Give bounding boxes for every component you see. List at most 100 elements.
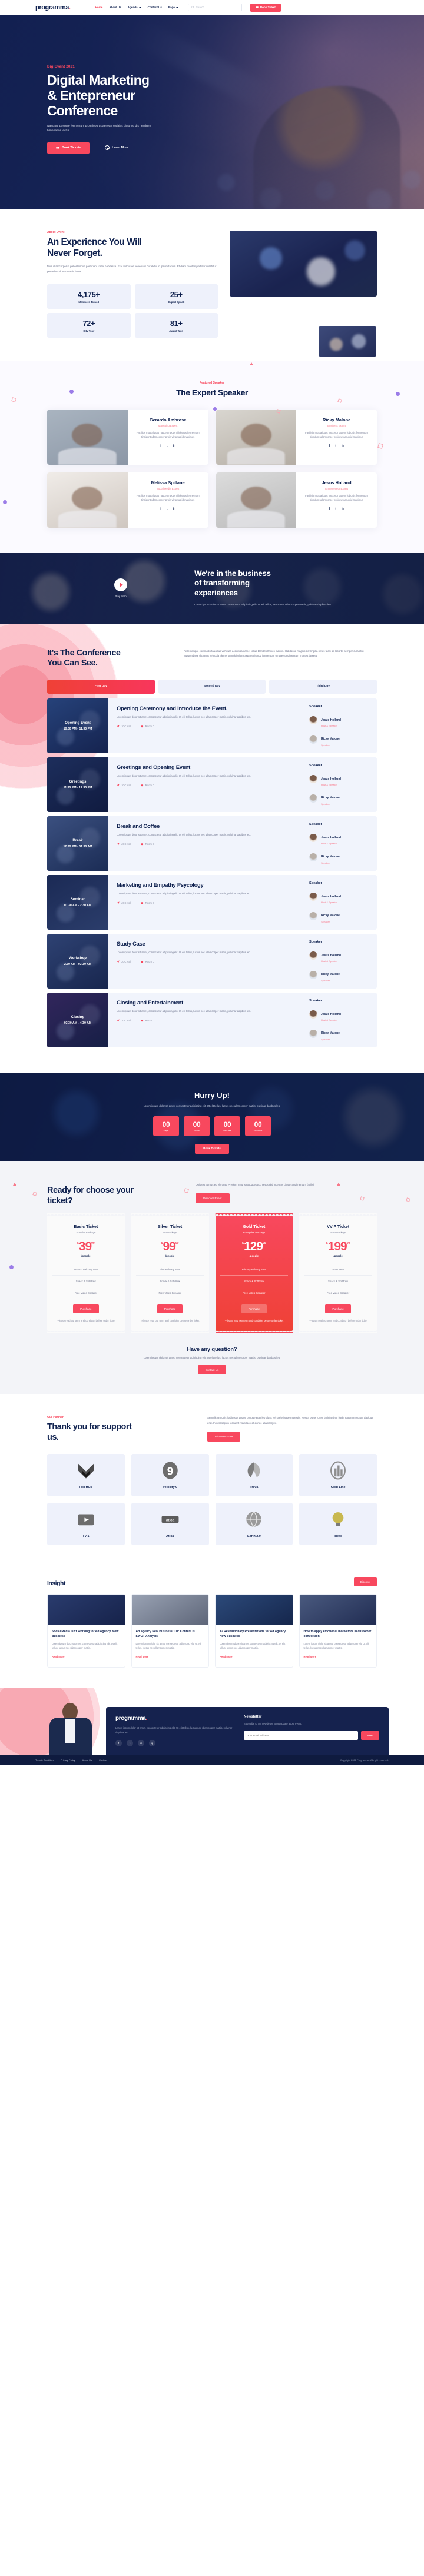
partner-card[interactable]: Fox HUB	[47, 1453, 125, 1496]
nav-item-agenda[interactable]: Agenda	[128, 6, 141, 9]
partner-card[interactable]: 9 Velocity 9	[131, 1453, 209, 1496]
footer-link-about[interactable]: About Us	[82, 1759, 92, 1762]
linkedin-icon[interactable]: in	[173, 444, 175, 448]
speaker-card[interactable]: Melissa Spillane Social Media Expert Fac…	[47, 472, 208, 528]
schedule-row[interactable]: Closing 03.30 AM - 4.30 AM Closing and E…	[47, 992, 377, 1047]
ticket-card-basic[interactable]: Basic Ticket Standar Package $ 39 99 /pe…	[47, 1216, 125, 1334]
facebook-icon[interactable]: f	[329, 444, 330, 448]
footer-logo[interactable]: programma.	[115, 1715, 233, 1722]
partners-title-line2: us.	[47, 1433, 59, 1443]
schedule-time: 11.30 PM - 12.30 PM	[63, 786, 92, 790]
discover-event-button[interactable]: Discover Event	[196, 1193, 230, 1204]
post-thumbnail	[216, 1595, 293, 1626]
tab-second-day[interactable]: Second Day	[158, 679, 266, 694]
read-more-link[interactable]: Read More	[52, 1655, 64, 1658]
facebook-icon[interactable]: f	[160, 507, 161, 511]
partner-card[interactable]: Earth 2.0	[215, 1502, 293, 1545]
read-more-link[interactable]: Read More	[304, 1655, 316, 1658]
linkedin-icon[interactable]: in	[342, 507, 344, 511]
ticket-card-gold[interactable]: Gold Ticket Enterprise Package $ 129 99 …	[215, 1216, 293, 1334]
purchase-button[interactable]: Purchase	[241, 1304, 267, 1314]
twitter-icon[interactable]: t	[127, 1740, 133, 1747]
speaker-name: Jesus Holland	[321, 894, 341, 898]
speaker-name: Gerardo Ambrose	[149, 417, 187, 422]
purchase-button[interactable]: Purchase	[325, 1304, 351, 1314]
footer-link-terms[interactable]: Term & Condition	[35, 1759, 54, 1762]
speaker-role: Marketing Expert	[158, 424, 178, 427]
twitter-icon[interactable]: t	[167, 444, 168, 448]
partner-card[interactable]: Ideas	[299, 1502, 377, 1545]
price-integer: 99	[163, 1240, 176, 1254]
countdown-book-button[interactable]: Book Tickets	[195, 1144, 229, 1154]
countdown-seconds: 00 Seconds	[245, 1116, 271, 1137]
facebook-icon[interactable]: f	[115, 1740, 122, 1747]
contact-us-button[interactable]: Contact Us	[197, 1365, 227, 1375]
partner-card[interactable]: TV 1	[47, 1502, 125, 1545]
hero-book-tickets-button[interactable]: Book Tickets	[47, 142, 90, 154]
purchase-button[interactable]: Purchase	[73, 1304, 99, 1314]
read-more-link[interactable]: Read More	[136, 1655, 148, 1658]
stat-card: 81+ Award Won	[134, 312, 218, 338]
facebook-icon[interactable]: f	[160, 444, 161, 448]
schedule-row[interactable]: Workshop 2.30 AM - 03.30 AM Study Case L…	[47, 933, 377, 989]
speaker-card[interactable]: Jesus Holland Entrepreneur Expert Facili…	[216, 472, 377, 528]
nav-item-about-us[interactable]: About Us	[109, 6, 121, 9]
schedule-row[interactable]: Seminar 01.30 AM - 2.30 AM Marketing and…	[47, 874, 377, 930]
linkedin-icon[interactable]: in	[342, 444, 344, 448]
decor-dot	[3, 500, 7, 504]
ticket-card-silver[interactable]: Silver Ticket Pro Package $ 99 99 /peopl…	[131, 1216, 209, 1334]
read-more-link[interactable]: Read More	[220, 1655, 232, 1658]
ticket-name: Gold Ticket	[243, 1225, 266, 1230]
footer-person-photo	[35, 1698, 106, 1755]
speaker-name: Ricky Malone	[321, 973, 340, 977]
linkedin-icon[interactable]: in	[173, 507, 175, 511]
schedule-hall: JGC Hall	[117, 725, 131, 728]
twitter-icon[interactable]: t	[167, 507, 168, 511]
partner-name: Velocity 9	[163, 1486, 178, 1490]
tab-first-day[interactable]: First Day	[47, 679, 155, 694]
partner-card[interactable]: Treva	[215, 1453, 293, 1496]
purchase-button[interactable]: Purchase	[157, 1304, 183, 1314]
schedule-desc: Lorem ipsum dolor sit amet, consectetur …	[117, 715, 251, 719]
search-input[interactable]: Search...	[187, 4, 242, 11]
avatar	[309, 970, 317, 979]
blog-post-card[interactable]: How to apply emotional motivators in cus…	[299, 1594, 377, 1668]
partner-card[interactable]: Gold Line	[299, 1453, 377, 1496]
schedule-row[interactable]: Greetings 11.30 PM - 12.30 PM Greetings …	[47, 757, 377, 812]
book-ticket-button[interactable]: Book Ticket	[250, 3, 281, 12]
schedule-room: Room C	[141, 901, 154, 904]
blog-post-card[interactable]: Social Media Isn't Working for Ad Agency…	[47, 1594, 125, 1668]
instagram-icon[interactable]: ig	[149, 1740, 155, 1747]
nav-item-home[interactable]: Home	[95, 6, 103, 9]
speaker-card[interactable]: Gerardo Ambrose Marketing Expert Facilis…	[47, 409, 208, 465]
nav-item-page[interactable]: Page	[168, 6, 178, 9]
footer-link-privacy[interactable]: Privacy Policy	[61, 1759, 75, 1762]
play-intro-label: Play Intro	[115, 595, 127, 598]
footer-link-contact[interactable]: Contact	[99, 1759, 107, 1762]
site-logo[interactable]: programma.	[35, 4, 71, 11]
schedule-row[interactable]: Break 12.30 PM - 01.30 AM Break and Coff…	[47, 816, 377, 871]
location-icon	[117, 725, 120, 728]
blog-post-card[interactable]: 12 Revolutionary Presentations for Ad Ag…	[215, 1594, 293, 1668]
facebook-icon[interactable]: f	[329, 507, 330, 511]
discover-more-button[interactable]: Discover More	[207, 1432, 241, 1442]
linkedin-icon[interactable]: in	[138, 1740, 144, 1747]
email-field[interactable]	[244, 1730, 359, 1740]
tab-third-day[interactable]: Third Day	[269, 679, 377, 694]
twitter-icon[interactable]: t	[335, 444, 336, 448]
play-video-button[interactable]	[114, 578, 127, 592]
nav-item-contact-us[interactable]: Contact Us	[148, 6, 162, 9]
ticket-package: Standar Package	[76, 1231, 96, 1234]
speaker-name: Jesus Holland	[322, 480, 352, 485]
schedule-row[interactable]: Opening Event 10.00 PM - 11.30 PM Openin…	[47, 698, 377, 753]
speaker-card[interactable]: Ricky Malone Business Expert Facilisis m…	[216, 409, 377, 465]
hero-learn-more-button[interactable]: Learn More	[105, 145, 128, 151]
twitter-icon[interactable]: t	[335, 507, 336, 511]
partner-card[interactable]: atica Atica	[131, 1502, 209, 1545]
subscribe-button[interactable]: Send	[361, 1730, 379, 1740]
decor-square	[11, 397, 16, 402]
blog-post-card[interactable]: Ad Agency New Business 101: Content is S…	[131, 1594, 209, 1668]
ticket-card-vvip[interactable]: VVIP Ticket VVIP Package $ 199 99 /peopl…	[299, 1216, 377, 1334]
schedule-speaker: Ricky Malone Speaker	[309, 791, 371, 806]
insight-discover-button[interactable]: Discover	[353, 1577, 377, 1587]
